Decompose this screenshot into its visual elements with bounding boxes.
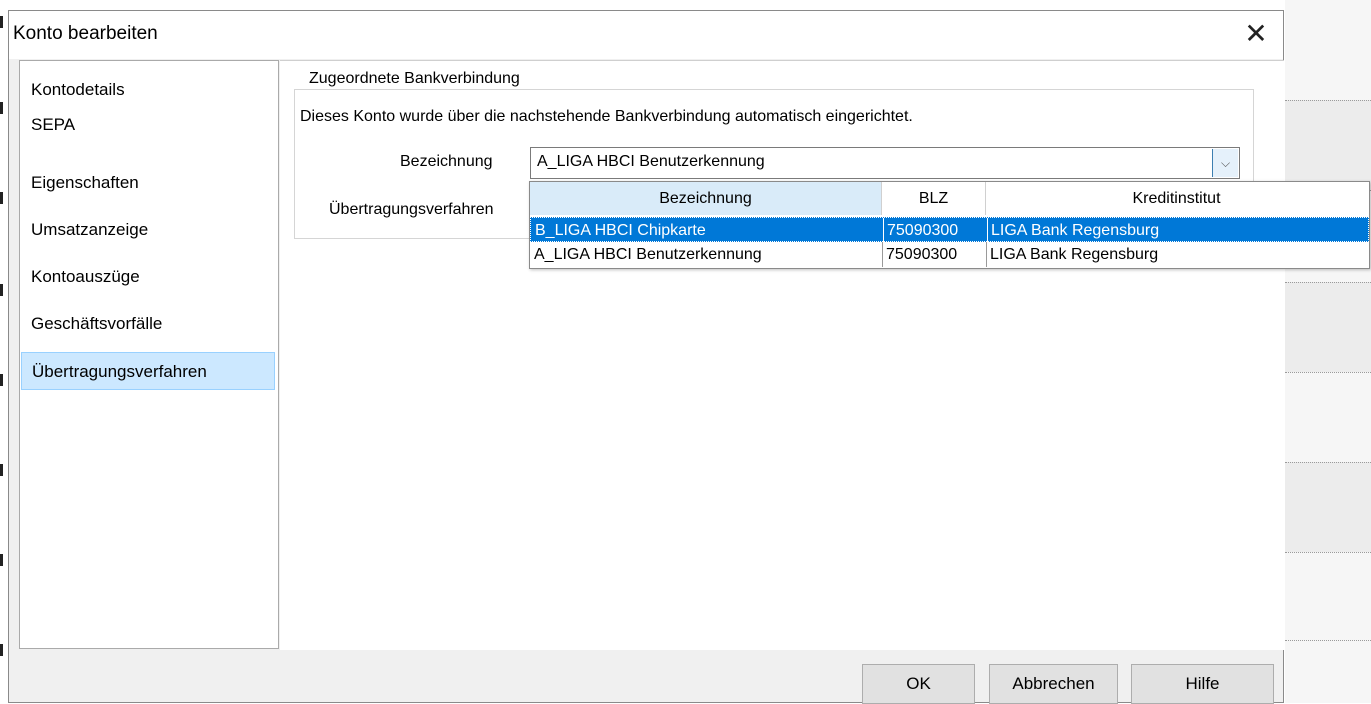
column-header-kreditinstitut[interactable]: Kreditinstitut bbox=[986, 182, 1367, 215]
row-blz: 75090300 bbox=[886, 246, 958, 263]
dropdown-row-selected[interactable]: B_LIGA HBCI Chipkarte 75090300 LIGA Bank… bbox=[530, 217, 1369, 243]
sidebar-item-uebertragungsverfahren[interactable]: Übertragungsverfahren bbox=[21, 352, 275, 390]
background-row bbox=[1285, 282, 1371, 372]
close-button[interactable]: ✕ bbox=[1239, 17, 1273, 51]
chevron-down-icon[interactable]: ⌵ bbox=[1212, 149, 1238, 177]
row-blz: 75090300 bbox=[887, 222, 959, 239]
bezeichnung-combobox[interactable]: A_LIGA HBCI Benutzerkennung ⌵ bbox=[530, 147, 1240, 179]
background-mark bbox=[0, 192, 3, 204]
sidebar-item-kontodetails[interactable]: Kontodetails bbox=[21, 71, 275, 109]
bank-connection-dropdown: Bezeichnung BLZ Kreditinstitut B_LIGA HB… bbox=[529, 181, 1370, 269]
description-text: Dieses Konto wurde über die nachstehende… bbox=[300, 108, 913, 125]
background-divider bbox=[1285, 462, 1371, 463]
uebertragungsverfahren-label: Übertragungsverfahren bbox=[329, 201, 494, 218]
row-kreditinstitut: LIGA Bank Regensburg bbox=[990, 246, 1159, 263]
close-icon: ✕ bbox=[1244, 18, 1268, 49]
column-header-blz[interactable]: BLZ bbox=[882, 182, 986, 215]
background-row bbox=[1285, 462, 1371, 552]
ok-button[interactable]: OK bbox=[862, 664, 975, 704]
background-divider bbox=[1285, 282, 1371, 283]
dropdown-header: Bezeichnung BLZ Kreditinstitut bbox=[530, 182, 1369, 215]
background-mark bbox=[0, 644, 3, 656]
background-mark bbox=[0, 284, 3, 296]
sidebar-item-kontoauszuege[interactable]: Kontoauszüge bbox=[21, 258, 275, 296]
row-bezeichnung: B_LIGA HBCI Chipkarte bbox=[535, 222, 706, 239]
background-divider bbox=[1285, 100, 1371, 101]
background-mark bbox=[0, 102, 3, 114]
sidebar-item-sepa[interactable]: SEPA bbox=[21, 106, 275, 144]
combobox-value: A_LIGA HBCI Benutzerkennung bbox=[537, 153, 765, 170]
background-row bbox=[1285, 100, 1371, 190]
dropdown-row[interactable]: A_LIGA HBCI Benutzerkennung 75090300 LIG… bbox=[530, 242, 1369, 267]
settings-content-panel: Zugeordnete Bankverbindung Dieses Konto … bbox=[280, 60, 1284, 650]
row-bezeichnung: A_LIGA HBCI Benutzerkennung bbox=[534, 246, 762, 263]
background-divider bbox=[1285, 640, 1371, 641]
help-button[interactable]: Hilfe bbox=[1131, 664, 1274, 704]
edit-account-dialog: Konto bearbeiten ✕ Kontodetails SEPA Eig… bbox=[8, 10, 1284, 704]
sidebar-item-geschaeftsvorfaelle[interactable]: Geschäftsvorfälle bbox=[21, 305, 275, 343]
row-kreditinstitut: LIGA Bank Regensburg bbox=[991, 222, 1160, 239]
dialog-titlebar: Konto bearbeiten ✕ bbox=[9, 11, 1283, 59]
sidebar-item-eigenschaften[interactable]: Eigenschaften bbox=[21, 164, 275, 202]
dialog-title: Konto bearbeiten bbox=[13, 23, 158, 44]
settings-sidebar: Kontodetails SEPA Eigenschaften Umsatzan… bbox=[19, 60, 279, 649]
background-divider bbox=[1285, 552, 1371, 553]
cancel-button[interactable]: Abbrechen bbox=[989, 664, 1118, 704]
bezeichnung-label: Bezeichnung bbox=[400, 153, 493, 170]
group-legend: Zugeordnete Bankverbindung bbox=[307, 70, 522, 88]
background-mark bbox=[0, 16, 3, 28]
background-divider bbox=[1285, 372, 1371, 373]
background-mark bbox=[0, 374, 3, 386]
sidebar-item-umsatzanzeige[interactable]: Umsatzanzeige bbox=[21, 211, 275, 249]
background-mark bbox=[0, 554, 3, 566]
background-mark bbox=[0, 464, 3, 476]
column-header-bezeichnung[interactable]: Bezeichnung bbox=[530, 182, 882, 215]
